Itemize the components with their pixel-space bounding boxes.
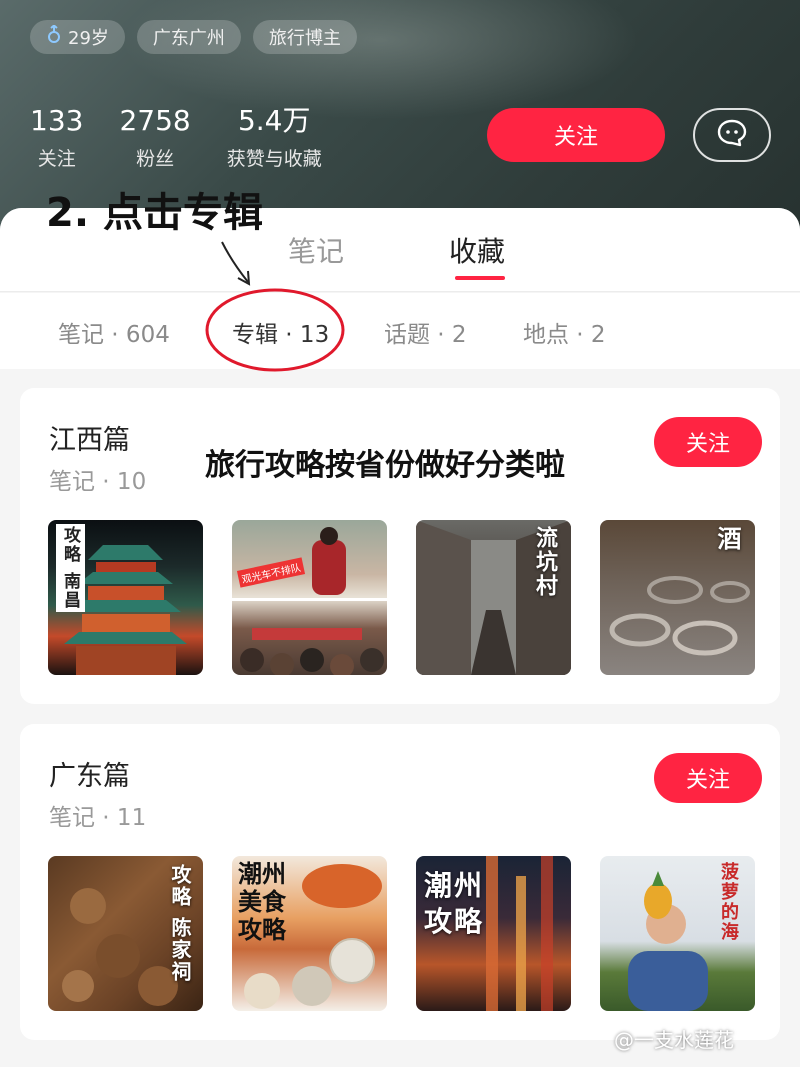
step-annotation: 2. 点击专辑	[46, 190, 263, 236]
content-sheet: 笔记 收藏 笔记 · 604 专辑 · 13 话题 · 2 地点 · 2 江西篇…	[0, 208, 800, 1067]
identity-label: 旅行博主	[268, 28, 341, 49]
thumbnail[interactable]: 流坑村	[416, 520, 571, 675]
follow-album-button[interactable]: 关注	[654, 753, 762, 803]
thumbnail-caption: 酒	[713, 526, 742, 552]
location-tag: 广东广州	[136, 20, 241, 54]
stat-likes[interactable]: 5.4万 获赞与收藏	[227, 104, 322, 171]
crowd-image	[232, 527, 387, 675]
stat-followers-label: 粉丝	[136, 148, 175, 170]
thumbnail[interactable]: 菠萝的海	[600, 856, 755, 1011]
chat-bubble-icon	[717, 119, 747, 151]
note-annotation: 旅行攻略按省份做好分类啦	[205, 448, 565, 483]
album-count: 笔记 · 10	[49, 469, 147, 495]
active-tab-indicator	[455, 276, 505, 280]
stat-following[interactable]: 133 关注	[30, 104, 83, 171]
subtab-notes[interactable]: 笔记 · 604	[58, 315, 170, 349]
thumbnail-caption: 攻略 陈家祠	[168, 864, 192, 983]
album-title: 广东篇	[49, 761, 130, 792]
stat-likes-label: 获赞与收藏	[226, 148, 322, 170]
age-tag: 29岁	[30, 20, 125, 54]
stat-following-value: 133	[30, 104, 84, 137]
location-label: 广东广州	[152, 28, 225, 49]
thumbnail-caption: 潮州攻略	[424, 869, 485, 938]
thumbnail[interactable]: 攻略 南昌	[48, 520, 203, 675]
profile-stats: 133 关注 2758 粉丝 5.4万 获赞与收藏	[30, 104, 322, 171]
thumbnail[interactable]: 攻略 陈家祠	[48, 856, 203, 1011]
collection-subtabs: 笔记 · 604 专辑 · 13 话题 · 2 地点 · 2	[0, 293, 800, 369]
stat-following-label: 关注	[37, 148, 76, 170]
album-thumbnails: 攻略 南昌 观光车不排队 流坑村 酒	[48, 520, 755, 675]
thumbnail-caption: 攻略 南昌	[56, 524, 85, 612]
thumbnail-caption: 菠萝的海	[718, 862, 739, 942]
thumbnail-caption: 流坑村	[532, 526, 558, 598]
male-icon	[46, 23, 62, 50]
identity-tag: 旅行博主	[252, 20, 357, 54]
watermark: @一支水莲花	[614, 1028, 734, 1052]
album-thumbnails: 攻略 陈家祠 潮州美食攻略 潮州攻略 菠萝的海	[48, 856, 755, 1011]
follow-album-button[interactable]: 关注	[654, 417, 762, 467]
subtab-places[interactable]: 地点 · 2	[523, 315, 606, 349]
thumbnail[interactable]: 酒	[600, 520, 755, 675]
album-card-guangdong[interactable]: 广东篇 笔记 · 11 关注 攻略 陈家祠 潮州美食攻略 潮州攻略 菠萝的海	[20, 724, 780, 1040]
thumbnail[interactable]: 观光车不排队	[232, 520, 387, 675]
thumbnail-caption: 潮州美食攻略	[238, 859, 286, 944]
thumbnail[interactable]: 潮州攻略	[416, 856, 571, 1011]
stat-followers[interactable]: 2758 粉丝	[119, 104, 190, 171]
thumbnail[interactable]: 潮州美食攻略	[232, 856, 387, 1011]
highlight-circle-icon	[205, 288, 345, 372]
tab-notes[interactable]: 笔记	[288, 230, 344, 270]
album-count: 笔记 · 11	[49, 805, 147, 831]
tab-collections[interactable]: 收藏	[449, 230, 505, 270]
stat-followers-value: 2758	[119, 104, 191, 137]
follow-user-button[interactable]: 关注	[487, 108, 665, 162]
subtab-topics[interactable]: 话题 · 2	[384, 315, 467, 349]
album-title: 江西篇	[49, 425, 130, 456]
album-card-jiangxi[interactable]: 江西篇 笔记 · 10 关注 攻略 南昌 观光车不排队 流坑村 酒	[20, 388, 780, 704]
profile-tags: 29岁 广东广州 旅行博主	[30, 20, 357, 54]
age-label: 29岁	[68, 28, 109, 49]
arrow-icon	[221, 241, 251, 286]
stat-likes-value: 5.4万	[237, 104, 311, 137]
message-button[interactable]	[693, 108, 771, 162]
